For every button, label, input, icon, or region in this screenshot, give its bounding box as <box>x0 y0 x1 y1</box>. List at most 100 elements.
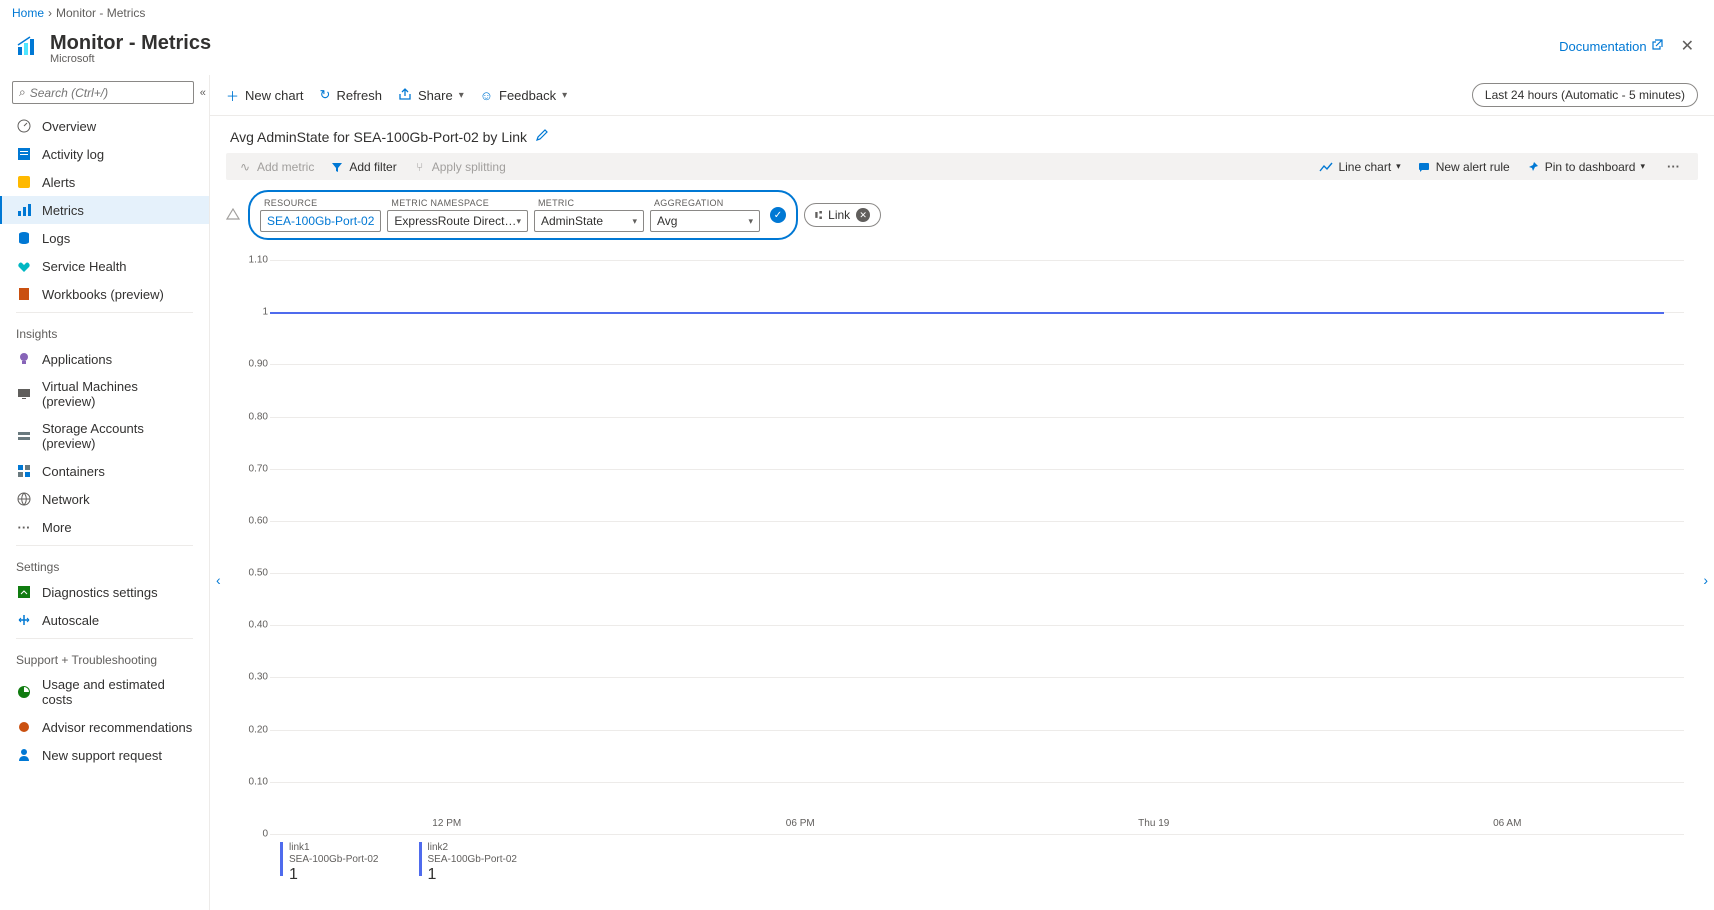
sidebar-item-label: Diagnostics settings <box>42 585 158 600</box>
logs-blue-icon <box>16 230 32 246</box>
split-icon: ⑂ <box>413 160 427 174</box>
pin-dashboard-button[interactable]: Pin to dashboard ▾ <box>1526 160 1645 174</box>
sidebar-item-alerts[interactable]: Alerts <box>0 168 209 196</box>
sidebar-item-label: New support request <box>42 748 162 763</box>
documentation-link[interactable]: Documentation <box>1559 39 1662 54</box>
apply-splitting-button[interactable]: ⑂ Apply splitting <box>413 160 506 174</box>
sidebar-item-label: Applications <box>42 352 112 367</box>
chart-legend: link1SEA-100Gb-Port-021 link2SEA-100Gb-Po… <box>240 834 1684 900</box>
aggregation-selector[interactable]: Avg▾ <box>650 210 760 232</box>
search-input[interactable] <box>30 86 187 100</box>
sidebar-item-label: Activity log <box>42 147 104 162</box>
sidebar-item-virtual-machines-preview-[interactable]: Virtual Machines (preview) <box>0 373 209 415</box>
sidebar-item-autoscale[interactable]: Autoscale <box>0 606 209 634</box>
sidebar-item-advisor-recommendations[interactable]: Advisor recommendations <box>0 713 209 741</box>
add-metric-icon: ∿ <box>238 160 252 174</box>
sidebar-item-usage-and-estimated-costs[interactable]: Usage and estimated costs <box>0 671 209 713</box>
add-metric-button[interactable]: ∿ Add metric <box>238 160 314 174</box>
grid-line <box>270 417 1684 418</box>
confirm-check-icon[interactable]: ✓ <box>770 207 786 223</box>
chevron-down-icon: ▾ <box>516 216 521 227</box>
chart-prev-icon[interactable]: ‹ <box>210 564 229 596</box>
namespace-label: METRIC NAMESPACE <box>387 198 528 208</box>
heart-teal-icon <box>16 258 32 274</box>
remove-link-icon[interactable]: ✕ <box>856 208 870 222</box>
sidebar-item-diagnostics-settings[interactable]: Diagnostics settings <box>0 578 209 606</box>
support-blue-icon <box>16 747 32 763</box>
sidebar-item-activity-log[interactable]: Activity log <box>0 140 209 168</box>
new-alert-button[interactable]: New alert rule <box>1417 160 1510 174</box>
vm-icon <box>16 386 32 402</box>
metrics-blue-icon <box>16 202 32 218</box>
chart-next-icon[interactable]: › <box>1695 564 1714 596</box>
grid-line <box>270 573 1684 574</box>
legend-item[interactable]: link1SEA-100Gb-Port-021 <box>280 842 379 884</box>
sidebar-item-new-support-request[interactable]: New support request <box>0 741 209 769</box>
x-tick-label: 06 PM <box>786 818 815 829</box>
metric-selector-group: RESOURCE SEA-100Gb-Port-02 METRIC NAMESP… <box>248 190 798 240</box>
y-tick-label: 1.10 <box>240 255 268 266</box>
sidebar-item-label: Alerts <box>42 175 75 190</box>
containers-icon <box>16 463 32 479</box>
sidebar-item-label: Storage Accounts (preview) <box>42 421 193 451</box>
sidebar-item-network[interactable]: Network <box>0 485 209 513</box>
namespace-selector[interactable]: ExpressRoute Direct…▾ <box>387 210 528 232</box>
resource-selector[interactable]: SEA-100Gb-Port-02 <box>260 210 381 232</box>
sidebar-item-containers[interactable]: Containers <box>0 457 209 485</box>
page-header: Monitor - Metrics Microsoft Documentatio… <box>0 26 1714 75</box>
sidebar-item-label: Overview <box>42 119 96 134</box>
refresh-button[interactable]: ↻ Refresh <box>320 87 382 103</box>
sidebar-item-overview[interactable]: Overview <box>0 112 209 140</box>
sidebar-item-metrics[interactable]: Metrics <box>0 196 209 224</box>
sidebar: ⌕ « Overview Activity log Alerts MetricsLog… <box>0 75 210 910</box>
close-icon[interactable]: ✕ <box>1677 32 1698 60</box>
line-chart: 1.1010.900.800.700.600.500.400.300.200.1… <box>240 260 1684 834</box>
sidebar-item-label: Advisor recommendations <box>42 720 192 735</box>
split-icon: ⑆ <box>815 208 822 222</box>
section-support: Support + Troubleshooting <box>0 643 209 671</box>
chart-type-selector[interactable]: Line chart ▾ <box>1319 160 1400 174</box>
usage-green-icon <box>16 684 32 700</box>
sidebar-item-label: Autoscale <box>42 613 99 628</box>
y-tick-label: 0.20 <box>240 724 268 735</box>
more-dots-icon: ··· <box>16 519 32 535</box>
bulb-purple-icon <box>16 351 32 367</box>
time-range-selector[interactable]: Last 24 hours (Automatic - 5 minutes) <box>1472 83 1698 107</box>
breadcrumb-home[interactable]: Home <box>12 6 44 20</box>
sidebar-item-applications[interactable]: Applications <box>0 345 209 373</box>
grid-line <box>270 677 1684 678</box>
more-options-button[interactable]: ··· <box>1661 159 1686 174</box>
feedback-button[interactable]: ☺ Feedback ▾ <box>480 88 567 103</box>
collapse-sidebar-icon[interactable]: « <box>200 87 206 99</box>
sidebar-item-logs[interactable]: Logs <box>0 224 209 252</box>
legend-value: 1 <box>428 866 518 884</box>
speedometer-icon <box>16 118 32 134</box>
sidebar-item-label: Service Health <box>42 259 127 274</box>
y-tick-label: 0.90 <box>240 359 268 370</box>
pencil-icon[interactable] <box>535 128 549 145</box>
grid-line <box>270 521 1684 522</box>
page-title: Monitor - Metrics <box>50 32 211 55</box>
breadcrumb: Home › Monitor - Metrics <box>0 0 1714 26</box>
sidebar-item-label: Network <box>42 492 90 507</box>
share-button[interactable]: Share ▾ <box>398 87 464 104</box>
link-pill[interactable]: ⑆ Link ✕ <box>804 203 881 227</box>
y-tick-label: 1 <box>240 307 268 318</box>
sidebar-item-workbooks-preview-[interactable]: Workbooks (preview) <box>0 280 209 308</box>
legend-sub: SEA-100Gb-Port-02 <box>428 854 518 866</box>
grid-line <box>270 782 1684 783</box>
monitor-bars-icon <box>16 35 40 62</box>
metric-selector[interactable]: AdminState▾ <box>534 210 644 232</box>
toolbar: ＋ New chart ↻ Refresh Share ▾ ☺ Feedback <box>210 75 1714 116</box>
breadcrumb-sep: › <box>48 6 52 20</box>
refresh-icon: ↻ <box>320 87 331 103</box>
new-chart-button[interactable]: ＋ New chart <box>226 86 304 105</box>
add-filter-button[interactable]: Add filter <box>330 160 396 174</box>
sidebar-item-storage-accounts-preview-[interactable]: Storage Accounts (preview) <box>0 415 209 457</box>
warning-triangle-icon <box>226 207 240 224</box>
search-input-wrap[interactable]: ⌕ <box>12 81 194 104</box>
x-tick-label: 12 PM <box>432 818 461 829</box>
sidebar-item-service-health[interactable]: Service Health <box>0 252 209 280</box>
sidebar-item-more[interactable]: ···More <box>0 513 209 541</box>
legend-item[interactable]: link2SEA-100Gb-Port-021 <box>419 842 518 884</box>
